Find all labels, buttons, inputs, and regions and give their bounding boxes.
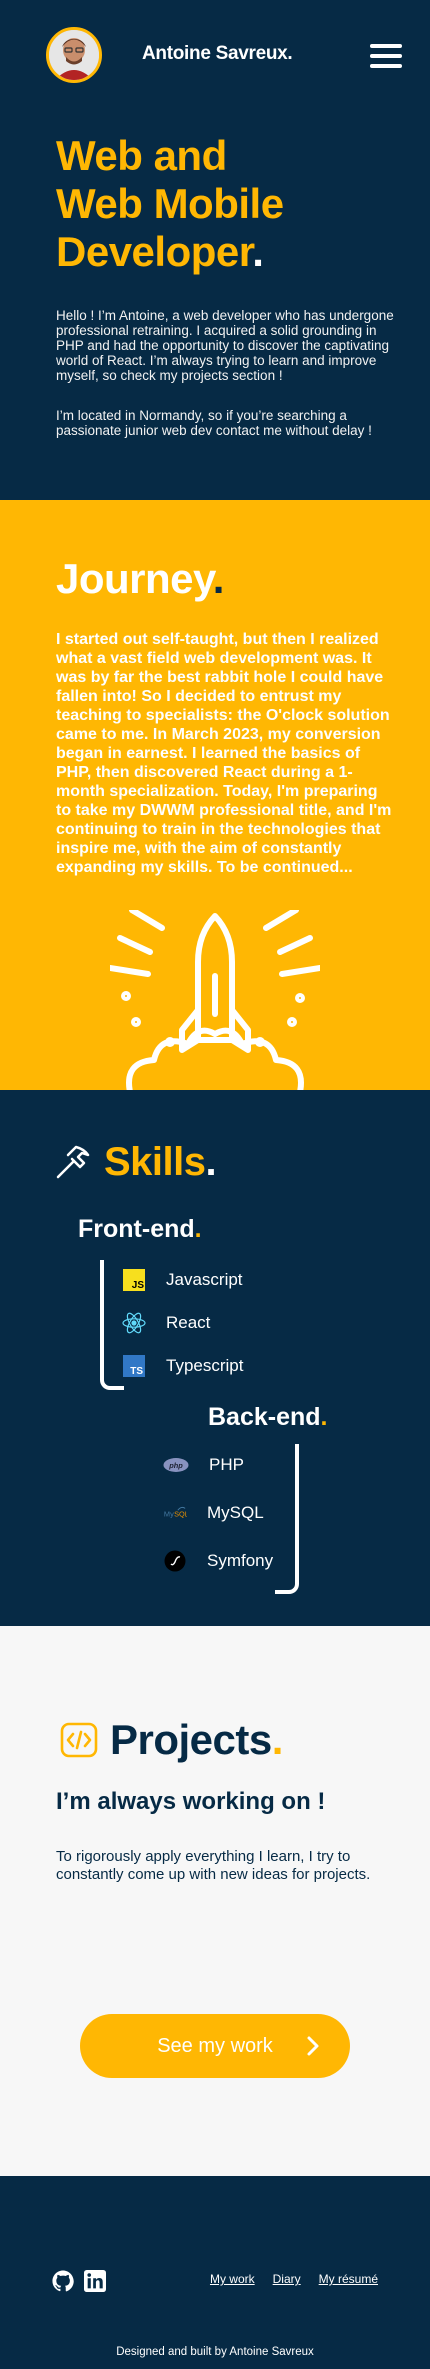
hero-title-line1: Web and	[56, 132, 227, 179]
skills-title-text: Skills	[104, 1140, 206, 1184]
top-bar: Antoine Savreux.	[0, 0, 430, 112]
hero-title-dot: .	[252, 228, 264, 275]
see-my-work-label: See my work	[157, 2034, 273, 2057]
hamburger-icon[interactable]	[370, 44, 402, 68]
skills-section: Skills. Front-end. JS Javascript React T…	[0, 1090, 430, 1626]
footer-link-diary[interactable]: Diary	[273, 2272, 301, 2286]
skill-javascript: JS Javascript	[122, 1268, 243, 1292]
skills-header: Skills.	[54, 1140, 217, 1185]
projects-subtitle: I’m always working on !	[56, 1788, 326, 1815]
hero-title-line3: Developer	[56, 228, 253, 275]
skill-react: React	[122, 1311, 210, 1335]
svg-text:TS: TS	[130, 1366, 143, 1377]
skill-label: Javascript	[166, 1270, 243, 1289]
skill-label: Typescript	[166, 1356, 244, 1375]
chevron-right-icon	[307, 2036, 319, 2056]
footer-credit: Designed and built by Antoine Savreux	[116, 2346, 314, 2358]
skill-symfony: Symfony	[163, 1549, 273, 1573]
hammer-icon	[56, 1145, 90, 1178]
skill-label: React	[166, 1313, 211, 1332]
rocket-illustration	[110, 910, 320, 1090]
github-icon[interactable]	[52, 2270, 74, 2292]
journey-title-dot: .	[212, 555, 225, 602]
hero-title: Web and Web Mobile Developer.	[56, 132, 284, 276]
back-end-title: Back-end.	[208, 1403, 328, 1432]
projects-section: Projects. I’m always working on ! To rig…	[0, 1626, 430, 2176]
front-end-title-text: Front-end	[78, 1215, 195, 1243]
back-end-title-text: Back-end	[208, 1403, 321, 1431]
linkedin-icon[interactable]	[84, 2270, 106, 2292]
back-end-bracket	[275, 1444, 299, 1594]
footer-link-my-work[interactable]: My work	[210, 2272, 255, 2286]
mysql-icon: MySQL	[163, 1501, 187, 1525]
projects-title-text: Projects	[110, 1716, 272, 1763]
journey-title-text: Journey	[56, 555, 213, 602]
code-icon	[60, 1722, 98, 1758]
avatar[interactable]	[46, 27, 102, 83]
footer: My work Diary My résumé Designed and bui…	[0, 2176, 430, 2369]
journey-paragraph: I started out self-taught, but then I re…	[56, 631, 392, 876]
skill-mysql: MySQL MySQL	[163, 1501, 264, 1525]
php-icon: php	[163, 1453, 189, 1477]
hero-section: Antoine Savreux. Web and Web Mobile Deve…	[0, 0, 430, 500]
skill-typescript: TS Typescript	[122, 1354, 243, 1378]
hero-title-line2: Web Mobile	[56, 180, 284, 227]
journey-section: Journey. I started out self-taught, but …	[0, 500, 430, 1090]
svg-text:JS: JS	[132, 1280, 145, 1291]
javascript-icon: JS	[122, 1268, 146, 1292]
footer-link-my-resume[interactable]: My résumé	[319, 2272, 378, 2286]
skill-label: PHP	[209, 1455, 244, 1474]
see-my-work-button[interactable]: See my work	[80, 2014, 350, 2078]
svg-text:SQL: SQL	[174, 1510, 187, 1519]
front-end-bracket	[100, 1260, 124, 1390]
svg-text:php: php	[168, 1461, 183, 1470]
projects-header: Projects.	[60, 1716, 283, 1764]
svg-text:My: My	[164, 1510, 174, 1519]
footer-nav: My work Diary My résumé	[210, 2272, 378, 2286]
back-end-title-dot: .	[320, 1403, 328, 1431]
projects-title: Projects.	[110, 1716, 283, 1764]
journey-title: Journey.	[56, 555, 224, 603]
front-end-title-dot: .	[194, 1215, 202, 1243]
hero-intro-paragraph: Hello ! I’m Antoine, a web developer who…	[56, 308, 394, 383]
projects-paragraph: To rigorously apply everything I learn, …	[56, 1848, 371, 1883]
hero-location-paragraph: I’m located in Normandy, so if you’re se…	[56, 408, 372, 438]
symfony-icon	[163, 1549, 187, 1573]
skill-php: php PHP	[163, 1453, 244, 1477]
projects-title-dot: .	[271, 1716, 284, 1763]
skills-title: Skills.	[104, 1140, 217, 1185]
social-links	[52, 2270, 106, 2292]
react-icon	[122, 1311, 146, 1335]
front-end-title: Front-end.	[78, 1215, 202, 1244]
typescript-icon: TS	[122, 1354, 146, 1378]
skill-label: MySQL	[207, 1503, 264, 1522]
skills-title-dot: .	[205, 1140, 217, 1184]
skill-label: Symfony	[207, 1551, 274, 1570]
brand-name[interactable]: Antoine Savreux.	[142, 43, 293, 65]
